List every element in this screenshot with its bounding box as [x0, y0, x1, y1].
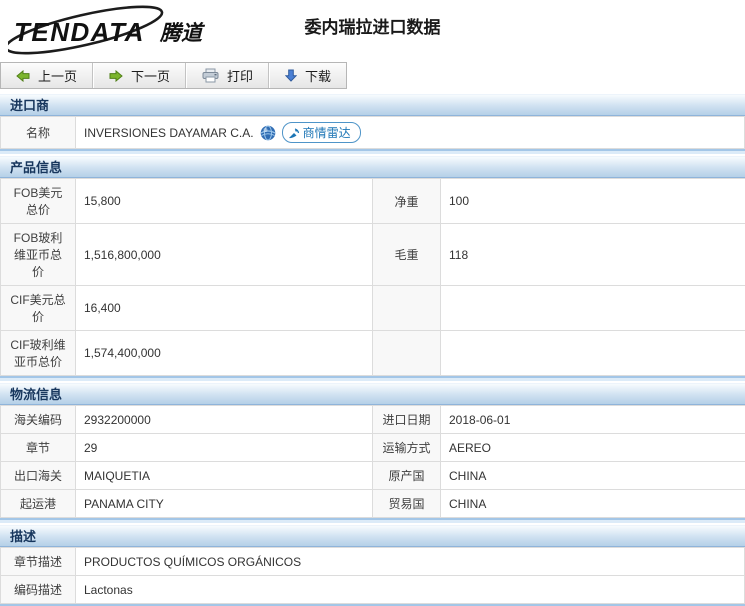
download-button[interactable]: 下载	[269, 63, 346, 88]
field-label: FOB玻利维亚币总价	[1, 224, 76, 286]
field-value	[441, 286, 745, 331]
field-label: 编码描述	[1, 576, 76, 604]
pager-toolbar: 上一页 下一页 打印 下载	[0, 62, 347, 89]
arrow-down-icon	[285, 69, 297, 82]
field-value: 1,574,400,000	[76, 331, 373, 376]
field-label: 进口日期	[373, 406, 441, 434]
product-section: 产品信息 FOB美元总价 15,800 净重 100 FOB玻利维亚币总价 1,…	[0, 156, 745, 378]
field-value: AEREO	[441, 434, 745, 462]
field-value: 118	[441, 224, 745, 286]
product-table: FOB美元总价 15,800 净重 100 FOB玻利维亚币总价 1,516,8…	[0, 178, 745, 376]
table-row: 出口海关 MAIQUETIA 原产国 CHINA	[1, 462, 745, 490]
field-label: 毛重	[373, 224, 441, 286]
field-value: 2018-06-01	[441, 406, 745, 434]
importer-table: 名称 INVERSIONES DAYAMAR C.A.	[0, 116, 745, 149]
field-label: 出口海关	[1, 462, 76, 490]
importer-name-cell: INVERSIONES DAYAMAR C.A.	[76, 117, 745, 149]
importer-name-value: INVERSIONES DAYAMAR C.A.	[84, 126, 254, 140]
prev-page-button[interactable]: 上一页	[1, 63, 93, 88]
field-label	[373, 286, 441, 331]
table-row: 海关编码 2932200000 进口日期 2018-06-01	[1, 406, 745, 434]
field-label: 章节	[1, 434, 76, 462]
radar-icon	[288, 127, 300, 139]
logistics-section-title: 物流信息	[0, 383, 745, 405]
product-section-title: 产品信息	[0, 156, 745, 178]
arrow-right-icon	[109, 70, 123, 82]
table-row: 名称 INVERSIONES DAYAMAR C.A.	[1, 117, 745, 149]
table-row: 编码描述 Lactonas	[1, 576, 745, 604]
importer-section-title: 进口商	[0, 94, 745, 116]
field-label: 海关编码	[1, 406, 76, 434]
globe-icon[interactable]	[260, 125, 276, 141]
next-page-button[interactable]: 下一页	[93, 63, 186, 88]
field-value: Lactonas	[76, 576, 745, 604]
field-label: FOB美元总价	[1, 179, 76, 224]
table-row: CIF玻利维亚币总价 1,574,400,000	[1, 331, 745, 376]
table-row: 章节描述 PRODUCTOS QUÍMICOS ORGÁNICOS	[1, 548, 745, 576]
field-value: 1,516,800,000	[76, 224, 373, 286]
prev-page-label: 上一页	[38, 66, 77, 85]
description-table: 章节描述 PRODUCTOS QUÍMICOS ORGÁNICOS 编码描述 L…	[0, 547, 745, 604]
importer-section: 进口商 名称 INVERSIONES DAYAMAR C.A.	[0, 94, 745, 151]
download-label: 下载	[305, 66, 331, 85]
field-value: 16,400	[76, 286, 373, 331]
next-page-label: 下一页	[131, 66, 170, 85]
business-radar-label: 商情雷达	[303, 124, 351, 141]
page-header: TENDATA 腾道 委内瑞拉进口数据	[0, 0, 745, 58]
printer-icon	[202, 68, 219, 83]
field-label: 运输方式	[373, 434, 441, 462]
field-value: PRODUCTOS QUÍMICOS ORGÁNICOS	[76, 548, 745, 576]
business-radar-badge[interactable]: 商情雷达	[282, 122, 361, 143]
description-section-title: 描述	[0, 525, 745, 547]
table-row: FOB玻利维亚币总价 1,516,800,000 毛重 118	[1, 224, 745, 286]
table-row: 章节 29 运输方式 AEREO	[1, 434, 745, 462]
field-value: 100	[441, 179, 745, 224]
table-row: FOB美元总价 15,800 净重 100	[1, 179, 745, 224]
field-value: 29	[76, 434, 373, 462]
arrow-left-icon	[16, 70, 30, 82]
print-button[interactable]: 打印	[186, 63, 269, 88]
field-label	[373, 331, 441, 376]
field-label: 原产国	[373, 462, 441, 490]
field-value: MAIQUETIA	[76, 462, 373, 490]
page-title: 委内瑞拉进口数据	[0, 13, 745, 38]
field-label: 章节描述	[1, 548, 76, 576]
logistics-section: 物流信息 海关编码 2932200000 进口日期 2018-06-01 章节 …	[0, 383, 745, 520]
table-row: CIF美元总价 16,400	[1, 286, 745, 331]
description-section: 描述 章节描述 PRODUCTOS QUÍMICOS ORGÁNICOS 编码描…	[0, 525, 745, 606]
field-value: CHINA	[441, 462, 745, 490]
logistics-table: 海关编码 2932200000 进口日期 2018-06-01 章节 29 运输…	[0, 405, 745, 518]
importer-name-label: 名称	[1, 117, 76, 149]
field-label: CIF美元总价	[1, 286, 76, 331]
field-label: CIF玻利维亚币总价	[1, 331, 76, 376]
print-label: 打印	[227, 66, 253, 85]
field-value: 2932200000	[76, 406, 373, 434]
field-value: 15,800	[76, 179, 373, 224]
field-value	[441, 331, 745, 376]
field-label: 净重	[373, 179, 441, 224]
